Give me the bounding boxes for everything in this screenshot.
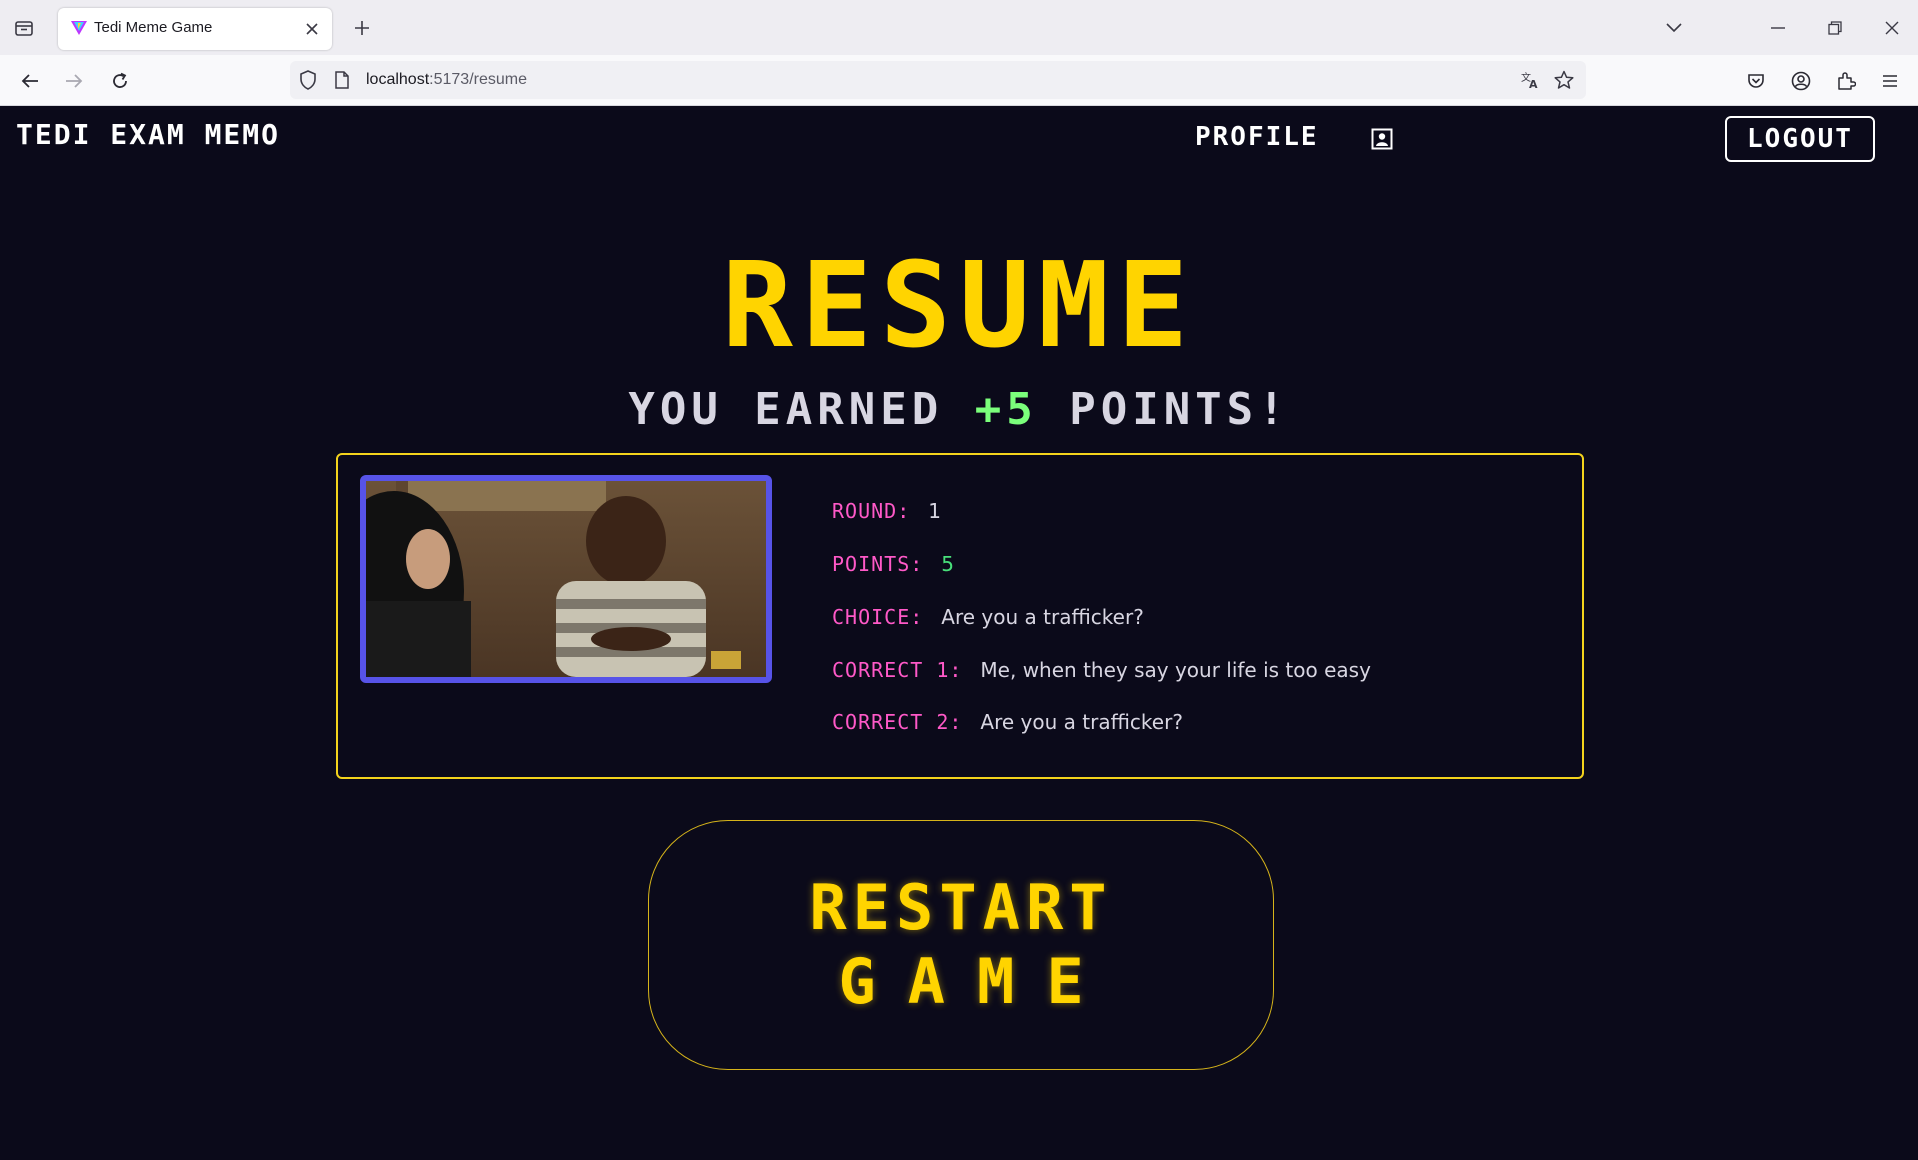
round-row: ROUND: 1	[832, 499, 941, 523]
extensions-icon[interactable]	[1830, 65, 1862, 97]
choice-label: CHOICE:	[832, 605, 924, 629]
minimize-icon[interactable]	[1762, 12, 1794, 44]
back-icon[interactable]	[14, 65, 46, 97]
restart-label-line1: RESTART	[809, 870, 1113, 944]
url-text[interactable]: localhost:5173/resume	[366, 71, 527, 89]
logout-button[interactable]: LOGOUT	[1725, 116, 1875, 162]
page: TEDI EXAM MEMO PROFILE LOGOUT RESUME YOU…	[0, 106, 1918, 1160]
round-summary-card: ROUND: 1 POINTS: 5 CHOICE: Are you a traffi…	[336, 453, 1584, 779]
svg-text:A: A	[1529, 78, 1538, 90]
profile-link[interactable]: PROFILE	[1195, 122, 1319, 152]
points-value: 5	[941, 552, 955, 576]
vite-logo-icon	[70, 19, 88, 41]
choice-row: CHOICE: Are you a trafficker?	[832, 605, 1144, 629]
tab-title: Tedi Meme Game	[94, 19, 213, 36]
meme-image	[360, 475, 772, 683]
close-tab-icon[interactable]	[302, 19, 322, 39]
round-label: ROUND:	[832, 499, 911, 523]
correct-1-value: Me, when they say your life is too easy	[980, 658, 1371, 682]
translate-icon[interactable]: 文A	[1518, 68, 1542, 92]
round-value: 1	[928, 499, 941, 523]
url-bar[interactable]: localhost:5173/resume 文A	[290, 61, 1586, 99]
reload-icon[interactable]	[104, 65, 136, 97]
earned-prefix: YOU EARNED	[628, 384, 975, 435]
brand-title[interactable]: TEDI EXAM MEMO	[16, 118, 280, 151]
restart-label-line2: GAME	[838, 945, 1116, 1018]
new-tab-icon[interactable]	[348, 14, 376, 42]
page-title: RESUME	[721, 236, 1197, 374]
close-window-icon[interactable]	[1876, 12, 1908, 44]
pocket-icon[interactable]	[1740, 65, 1772, 97]
profile-icon[interactable]	[1371, 128, 1393, 150]
menu-icon[interactable]	[1874, 65, 1906, 97]
earned-points-value: +5	[974, 384, 1038, 435]
correct-2-value: Are you a trafficker?	[980, 710, 1183, 734]
restart-game-button[interactable]: RESTART GAME	[648, 820, 1274, 1070]
tab-list-icon[interactable]	[10, 14, 38, 42]
browser-tab[interactable]: Tedi Meme Game	[58, 8, 332, 50]
points-label: POINTS:	[832, 552, 924, 576]
url-path: :5173/resume	[429, 71, 527, 88]
browser-nav-bar: localhost:5173/resume 文A	[0, 55, 1918, 106]
correct-1-row: CORRECT 1: Me, when they say your life is…	[832, 658, 1371, 682]
correct-2-row: CORRECT 2: Are you a trafficker?	[832, 710, 1183, 734]
correct-2-label: CORRECT 2:	[832, 710, 963, 734]
bookmark-star-icon[interactable]	[1552, 68, 1576, 92]
page-icon[interactable]	[330, 68, 354, 92]
points-row: POINTS: 5	[832, 552, 954, 576]
shield-icon[interactable]	[296, 68, 320, 92]
correct-1-label: CORRECT 1:	[832, 658, 963, 682]
forward-icon[interactable]	[58, 65, 90, 97]
choice-value: Are you a trafficker?	[941, 605, 1144, 629]
url-host: localhost	[366, 71, 430, 88]
browser-tab-bar: Tedi Meme Game	[0, 0, 1918, 55]
earned-suffix: POINTS!	[1037, 384, 1290, 435]
restore-icon[interactable]	[1819, 12, 1851, 44]
earned-points-text: YOU EARNED +5 POINTS!	[0, 384, 1918, 435]
list-all-tabs-icon[interactable]	[1658, 12, 1690, 44]
account-icon[interactable]	[1785, 65, 1817, 97]
